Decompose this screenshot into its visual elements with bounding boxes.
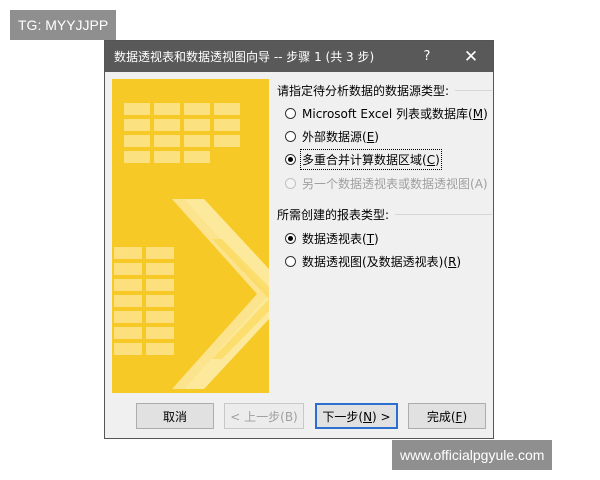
next-button[interactable]: 下一步(N) > bbox=[315, 403, 398, 429]
radio-another-pivot: 另一个数据透视表或数据透视图(A) bbox=[285, 173, 488, 193]
radio-label: 数据透视表(T) bbox=[302, 231, 379, 246]
wizard-illustration bbox=[112, 79, 269, 393]
radio-excel-list[interactable]: Microsoft Excel 列表或数据库(M) bbox=[285, 103, 488, 123]
back-button: < 上一步(B) bbox=[224, 403, 304, 429]
radio-label: 数据透视图(及数据透视表)(R) bbox=[302, 254, 462, 269]
title-bar[interactable]: 数据透视表和数据透视图向导 -- 步骤 1 (共 3 步) ? ✕ bbox=[105, 41, 493, 72]
radio-label: 多重合并计算数据区域(C) bbox=[300, 148, 442, 170]
screenshot-stage: TG: MYYJJPP 数据透视表和数据透视图向导 -- 步骤 1 (共 3 步… bbox=[0, 0, 600, 480]
watermark-top: TG: MYYJJPP bbox=[10, 10, 117, 40]
radio-label: Microsoft Excel 列表或数据库(M) bbox=[302, 106, 488, 121]
radio-pivot-chart[interactable]: 数据透视图(及数据透视表)(R) bbox=[285, 251, 461, 271]
radio-button[interactable] bbox=[285, 255, 296, 267]
watermark-bottom: www.officialpgyule.com bbox=[392, 440, 553, 470]
next-button-label: 下一步(N) > bbox=[322, 409, 391, 424]
cancel-button-label: 取消 bbox=[162, 409, 187, 424]
radio-external-source[interactable]: 外部数据源(E) bbox=[285, 126, 379, 146]
separator-line bbox=[395, 214, 492, 215]
radio-button-selected[interactable] bbox=[285, 232, 296, 244]
source-group-label: 请指定待分析数据的数据源类型: bbox=[277, 82, 492, 99]
radio-button-selected[interactable] bbox=[285, 153, 296, 165]
close-icon[interactable]: ✕ bbox=[451, 41, 491, 72]
source-group-label-text: 请指定待分析数据的数据源类型: bbox=[277, 84, 450, 98]
radio-button[interactable] bbox=[285, 130, 296, 142]
separator-line bbox=[455, 90, 492, 91]
radio-multiple-consolidation[interactable]: 多重合并计算数据区域(C) bbox=[285, 148, 442, 170]
report-group-label: 所需创建的报表类型: bbox=[277, 206, 492, 223]
pivot-wizard-dialog: 数据透视表和数据透视图向导 -- 步骤 1 (共 3 步) ? ✕ 请指定待分析… bbox=[104, 40, 494, 439]
help-icon[interactable]: ? bbox=[407, 41, 447, 72]
radio-label: 另一个数据透视表或数据透视图(A) bbox=[302, 176, 488, 191]
radio-pivot-table[interactable]: 数据透视表(T) bbox=[285, 228, 379, 248]
finish-button[interactable]: 完成(F) bbox=[408, 403, 486, 429]
report-group-label-text: 所需创建的报表类型: bbox=[277, 208, 390, 222]
dialog-title: 数据透视表和数据透视图向导 -- 步骤 1 (共 3 步) bbox=[114, 50, 375, 64]
cancel-button[interactable]: 取消 bbox=[136, 403, 214, 429]
back-button-label: < 上一步(B) bbox=[230, 409, 298, 424]
radio-button-disabled bbox=[285, 177, 296, 189]
radio-button[interactable] bbox=[285, 107, 296, 119]
finish-button-label: 完成(F) bbox=[426, 409, 468, 424]
radio-label: 外部数据源(E) bbox=[302, 129, 379, 144]
